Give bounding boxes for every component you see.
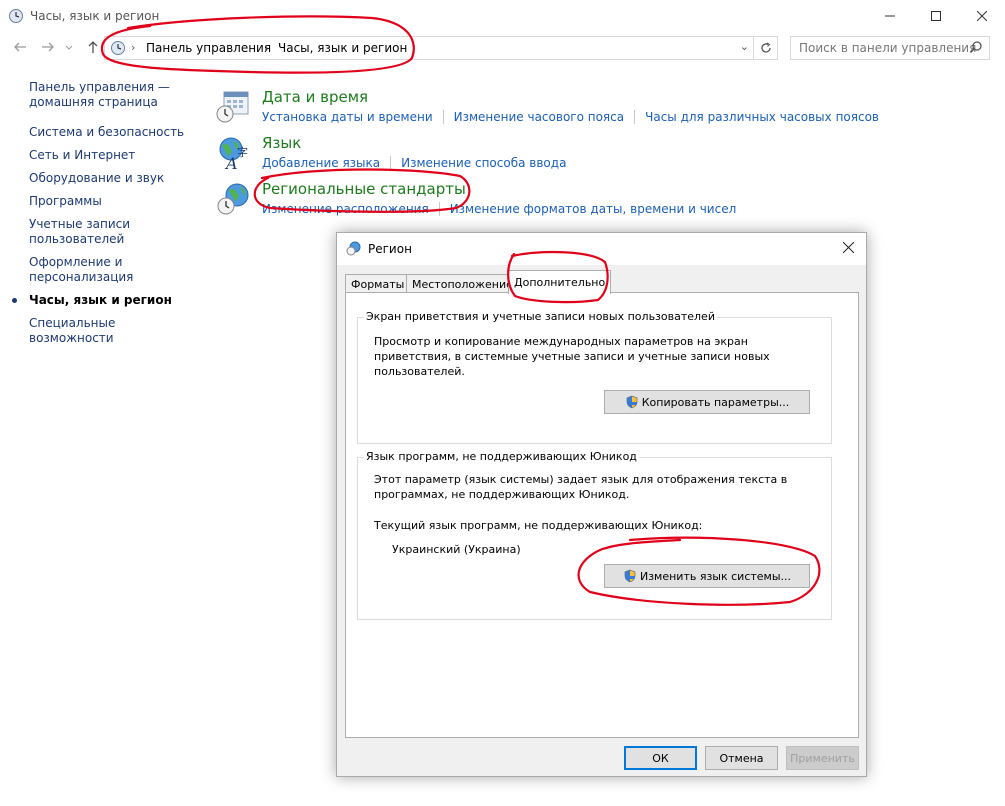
link-divider: [390, 156, 392, 170]
clock-globe-icon: [9, 9, 23, 23]
calendar-clock-icon: [216, 91, 249, 123]
welcome-screen-group: Экран приветствия и учетные записи новых…: [357, 310, 832, 444]
link-add-language[interactable]: Добавление языка: [262, 156, 380, 170]
sidebar-item-hardware-sound[interactable]: Оборудование и звук: [29, 171, 199, 186]
link-set-date-time[interactable]: Установка даты и времени: [262, 110, 433, 124]
category-links-region: Изменение расположения Изменение форматов…: [262, 202, 736, 216]
sidebar-item-programs[interactable]: Программы: [29, 194, 199, 209]
up-button[interactable]: [85, 40, 101, 56]
tab-advanced[interactable]: Дополнительно: [508, 270, 612, 294]
arrow-left-icon: [14, 42, 26, 52]
link-change-time-zone[interactable]: Изменение часового пояса: [454, 110, 624, 124]
non-unicode-description: Этот параметр (язык системы) задает язык…: [374, 473, 788, 501]
category-region: Региональные стандарты Изменение располо…: [216, 180, 916, 224]
link-change-input-method[interactable]: Изменение способа ввода: [401, 156, 566, 170]
minimize-button[interactable]: [867, 0, 913, 32]
svg-text:字: 字: [237, 145, 248, 159]
search-placeholder: Поиск в панели управления: [799, 41, 977, 55]
uac-shield-icon: [624, 569, 636, 583]
link-divider: [438, 202, 440, 216]
link-clocks-time-zones[interactable]: Часы для различных часовых поясов: [645, 110, 879, 124]
window-title: Часы, язык и регион: [30, 9, 160, 23]
link-divider: [442, 110, 444, 124]
sidebar-item-system-security[interactable]: Система и безопасность: [29, 125, 199, 140]
sidebar-item-network[interactable]: Сеть и Интернет: [29, 148, 199, 163]
breadcrumb-separator-icon: ›: [264, 41, 269, 54]
refresh-icon: [760, 42, 771, 53]
recent-locations-button[interactable]: [64, 40, 74, 56]
clock-globe-icon: [111, 41, 125, 55]
welcome-group-label: Экран приветствия и учетные записи новых…: [364, 310, 717, 323]
address-bar[interactable]: › Панель управления › Часы, язык и регио…: [104, 36, 778, 60]
maximize-icon: [931, 11, 941, 21]
category-date-time: Дата и время Установка даты и времени Изм…: [216, 88, 916, 132]
refresh-button[interactable]: [753, 37, 777, 59]
arrow-up-icon: [88, 41, 98, 53]
category-title-region[interactable]: Региональные стандарты: [262, 180, 466, 198]
category-links-date-time: Установка даты и времени Изменение часово…: [262, 110, 879, 124]
search-icon[interactable]: [969, 40, 983, 54]
close-icon: [842, 241, 854, 254]
link-change-location[interactable]: Изменение расположения: [262, 202, 429, 216]
current-language-value: Украинский (Украина): [392, 543, 521, 556]
welcome-group-description: Просмотр и копирование международных пар…: [374, 335, 770, 378]
sidebar: Панель управления — домашняя страница Си…: [12, 80, 199, 354]
window-titlebar: Часы, язык и регион: [0, 0, 1005, 32]
back-button[interactable]: [12, 40, 28, 56]
ok-button[interactable]: ОК: [624, 746, 697, 770]
address-dropdown-icon[interactable]: ⌄: [740, 40, 749, 53]
change-system-locale-label: Изменить язык системы...: [639, 569, 792, 583]
chevron-down-icon: [65, 45, 73, 50]
tab-panel-advanced: Экран приветствия и учетные записи новых…: [345, 292, 859, 738]
dialog-titlebar: Регион: [337, 233, 866, 265]
category-language: A 字 Язык Добавление языка Изменение спосо…: [216, 134, 916, 178]
svg-text:A: A: [224, 154, 238, 170]
sidebar-item-user-accounts[interactable]: Учетные записи пользователей: [29, 217, 199, 247]
maximize-button[interactable]: [913, 0, 959, 32]
breadcrumb-clock-region[interactable]: Часы, язык и регион: [278, 41, 407, 55]
non-unicode-group: Язык программ, не поддерживающих Юникод …: [357, 450, 832, 620]
dialog-close-button[interactable]: [836, 237, 860, 261]
arrow-right-icon: [42, 42, 54, 52]
copy-settings-button[interactable]: Копировать параметры...: [604, 390, 810, 414]
close-icon: [977, 11, 987, 21]
breadcrumb-separator-icon: ›: [131, 41, 136, 54]
category-title-date-time[interactable]: Дата и время: [262, 88, 368, 106]
copy-settings-label: Копировать параметры...: [641, 395, 790, 409]
dialog-title: Регион: [368, 242, 412, 256]
sidebar-item-accessibility[interactable]: Специальные возможности: [29, 316, 199, 346]
tab-location[interactable]: Местоположение: [406, 274, 519, 293]
minimize-icon: [885, 15, 895, 17]
link-change-formats[interactable]: Изменение форматов даты, времени и чисел: [450, 202, 737, 216]
category-title-language[interactable]: Язык: [262, 134, 301, 152]
sidebar-item-clock-region[interactable]: Часы, язык и регион: [12, 293, 199, 308]
link-divider: [634, 110, 636, 124]
change-system-locale-button[interactable]: Изменить язык системы...: [604, 564, 810, 588]
current-language-label: Текущий язык программ, не поддерживающих…: [374, 519, 703, 532]
uac-shield-icon: [626, 395, 638, 409]
cancel-button[interactable]: Отмена: [705, 746, 778, 770]
forward-button[interactable]: [40, 40, 56, 56]
apply-button[interactable]: Применить: [786, 746, 859, 770]
category-links-language: Добавление языка Изменение способа ввода: [262, 156, 566, 170]
close-window-button[interactable]: [959, 0, 1005, 32]
globe-clock-icon: [217, 183, 249, 215]
region-dialog: Регион Форматы Местоположение Дополнител…: [336, 232, 867, 777]
non-unicode-group-label: Язык программ, не поддерживающих Юникод: [364, 450, 639, 463]
sidebar-item-home[interactable]: Панель управления — домашняя страница: [29, 80, 199, 110]
sidebar-item-appearance[interactable]: Оформление и персонализация: [29, 255, 199, 285]
breadcrumb-control-panel[interactable]: Панель управления: [146, 41, 271, 55]
search-input[interactable]: Поиск в панели управления: [790, 36, 990, 60]
globe-clock-icon: [346, 241, 361, 256]
tab-formats[interactable]: Форматы: [345, 274, 411, 293]
language-globe-icon: A 字: [219, 137, 248, 170]
